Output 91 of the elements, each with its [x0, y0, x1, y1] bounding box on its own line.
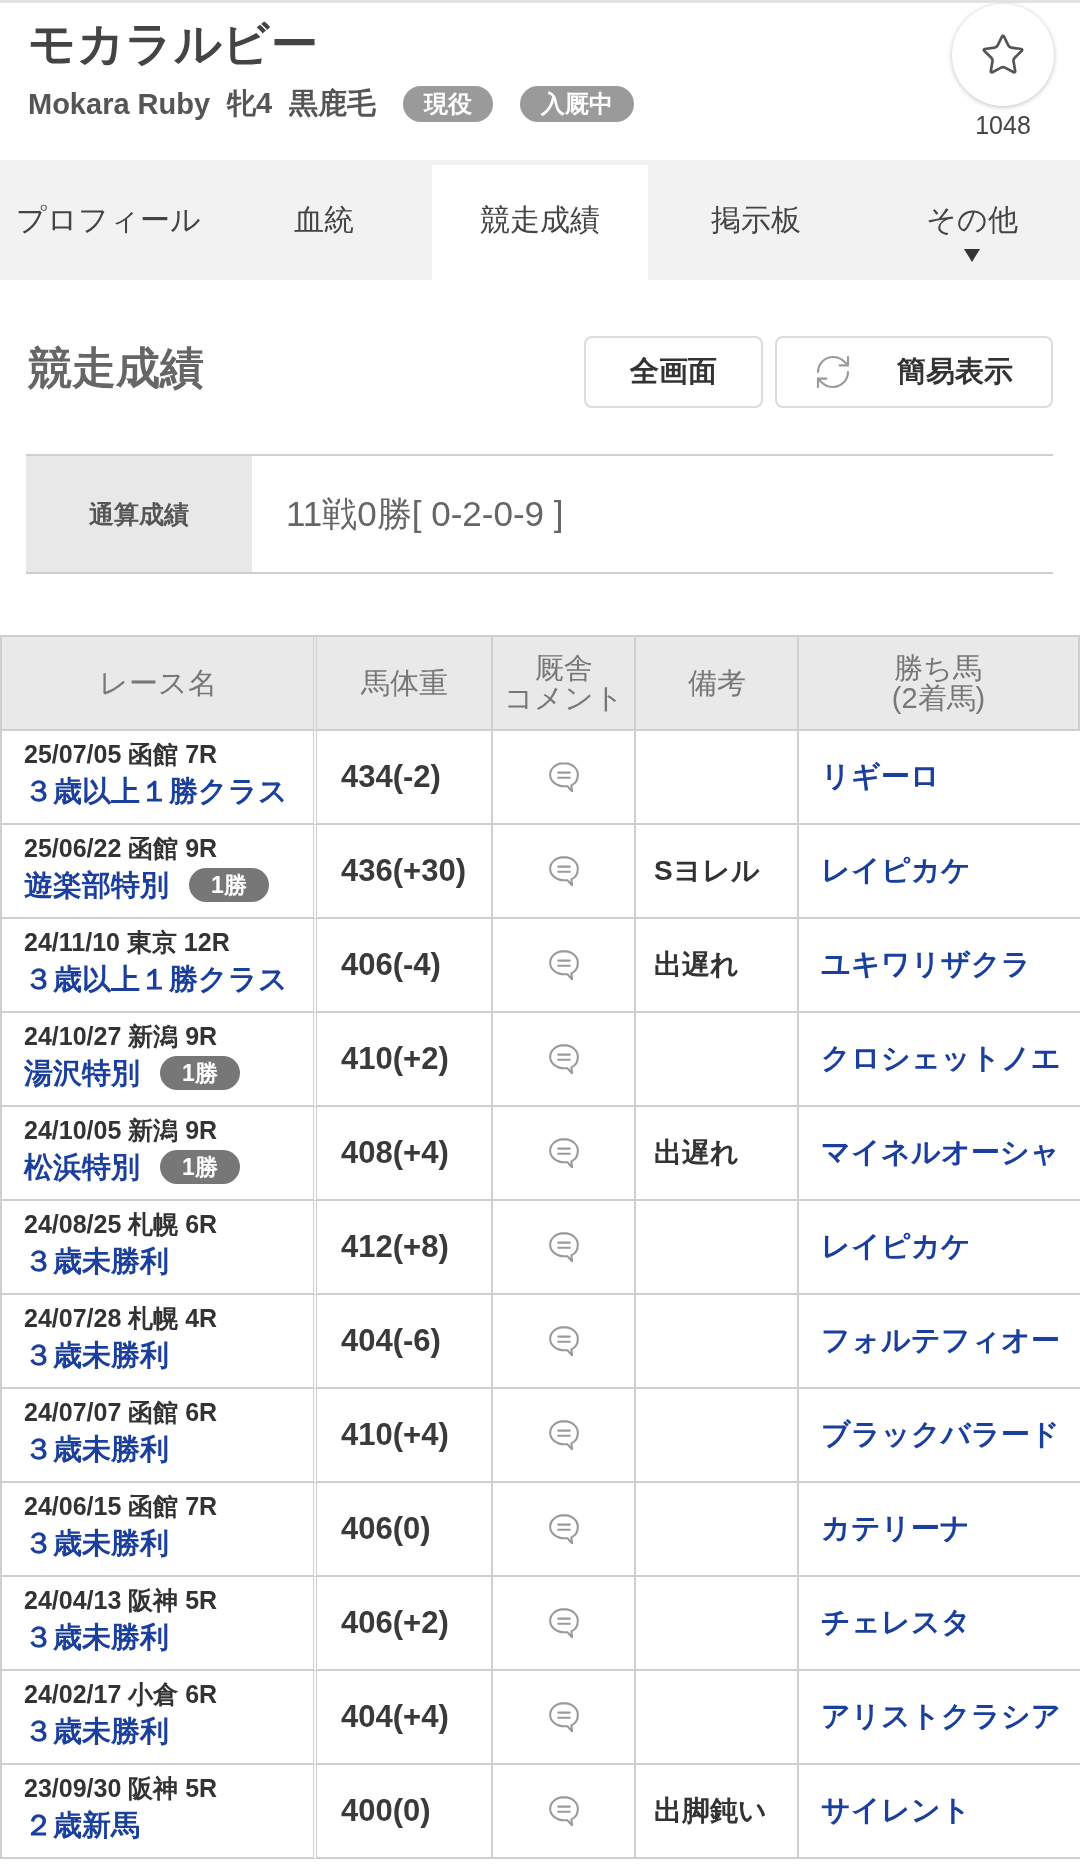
race-date: 24/04/13 阪神 5R	[24, 1585, 218, 1616]
grade-badge: 1勝	[189, 868, 269, 902]
comment-icon[interactable]	[548, 1138, 579, 1168]
race-link[interactable]: ３歳未勝利	[24, 1430, 169, 1468]
race-date: 24/06/15 函館 7R	[24, 1491, 218, 1522]
note-cell: 出遅れ	[636, 919, 799, 1013]
weight-cell: 410(+2)	[317, 1013, 493, 1107]
weight-cell: 410(+4)	[317, 1389, 493, 1483]
race-link[interactable]: ３歳未勝利	[24, 1336, 169, 1374]
weight-cell: 404(-6)	[317, 1295, 493, 1389]
grade-badge: 1勝	[160, 1056, 240, 1090]
weight-cell: 408(+4)	[317, 1107, 493, 1201]
race-link[interactable]: ３歳以上１勝クラス	[24, 960, 288, 998]
tab[interactable]: その他	[864, 165, 1080, 280]
comment-icon[interactable]	[548, 762, 579, 792]
simple-view-button[interactable]: 簡易表示	[775, 335, 1053, 408]
comment-icon[interactable]	[548, 1044, 579, 1074]
winner-link[interactable]: ユキワリザクラ	[821, 945, 1031, 985]
comment-icon[interactable]	[548, 1232, 579, 1262]
winner-link[interactable]: ブラックバラード	[821, 1415, 1060, 1455]
fullscreen-button[interactable]: 全画面	[584, 335, 763, 408]
note-cell: Sヨレル	[636, 825, 799, 919]
race-date: 25/07/05 函館 7R	[24, 739, 218, 770]
race-date: 23/09/30 阪神 5R	[24, 1773, 218, 1804]
note-cell: 出脚鈍い	[636, 1765, 799, 1859]
winner-link[interactable]: アリストクラシア	[821, 1697, 1061, 1737]
sex-age-text: 牝4	[227, 86, 273, 121]
weight-cell: 412(+8)	[317, 1201, 493, 1295]
comment-icon[interactable]	[548, 856, 579, 886]
tab[interactable]: プロフィール	[0, 165, 216, 280]
favorite-button[interactable]	[952, 4, 1054, 106]
weight-cell: 404(+4)	[317, 1671, 493, 1765]
coat-color-text: 黒鹿毛	[289, 86, 377, 121]
winner-link[interactable]: マイネルオーシャ	[821, 1133, 1060, 1173]
tab[interactable]: 競走成績	[432, 165, 648, 280]
status-badge: 入厩中	[520, 86, 635, 122]
horse-name: モカラルビー	[28, 16, 319, 72]
race-link[interactable]: ３歳以上１勝クラス	[24, 772, 288, 810]
column-header: 勝ち馬 (2着馬)	[799, 637, 1080, 731]
weight-cell: 436(+30)	[317, 825, 493, 919]
race-link[interactable]: 松浜特別	[24, 1148, 140, 1186]
summary-value: 11戦0勝[ 0-2-0-9 ]	[285, 492, 564, 535]
winner-link[interactable]: レイピカケ	[821, 1227, 971, 1267]
tab[interactable]: 掲示板	[648, 165, 864, 280]
winner-link[interactable]: クロシェットノエ	[821, 1039, 1061, 1079]
section-title: 競走成績	[28, 342, 204, 394]
tab[interactable]: 血統	[216, 165, 432, 280]
race-link[interactable]: 湯沢特別	[24, 1054, 140, 1092]
winner-link[interactable]: サイレント	[821, 1791, 971, 1831]
race-link[interactable]: 遊楽部特別	[24, 866, 169, 904]
note-cell: 出遅れ	[636, 1107, 799, 1201]
race-link[interactable]: ３歳未勝利	[24, 1242, 169, 1280]
race-date: 24/10/27 新潟 9R	[24, 1021, 218, 1052]
comment-icon[interactable]	[548, 1796, 579, 1826]
weight-cell: 406(+2)	[317, 1577, 493, 1671]
race-date: 24/08/25 札幌 6R	[24, 1209, 218, 1240]
winner-link[interactable]: リギーロ	[821, 757, 940, 797]
comment-icon[interactable]	[548, 1420, 579, 1450]
column-header: レース名	[2, 637, 317, 731]
comment-icon[interactable]	[548, 950, 579, 980]
column-header: 厩舎 コメント	[493, 637, 636, 731]
race-date: 24/02/17 小倉 6R	[24, 1679, 218, 1710]
favorite-count: 1048	[975, 110, 1031, 140]
weight-cell: 406(0)	[317, 1483, 493, 1577]
race-date: 24/11/10 東京 12R	[24, 927, 230, 958]
horse-english-name: Mokara Ruby	[28, 87, 211, 121]
weight-cell: 400(0)	[317, 1765, 493, 1859]
column-header: 備考	[636, 637, 799, 731]
comment-icon[interactable]	[548, 1702, 579, 1732]
race-link[interactable]: ３歳未勝利	[24, 1618, 169, 1656]
race-link[interactable]: ２歳新馬	[24, 1806, 140, 1844]
winner-link[interactable]: レイピカケ	[821, 851, 971, 891]
race-date: 24/07/07 函館 6R	[24, 1397, 218, 1428]
race-date: 25/06/22 函館 9R	[24, 833, 218, 864]
winner-link[interactable]: チェレスタ	[821, 1603, 971, 1643]
comment-icon[interactable]	[548, 1326, 579, 1356]
comment-icon[interactable]	[548, 1514, 579, 1544]
column-header: 馬体重	[317, 637, 493, 731]
comment-icon[interactable]	[548, 1608, 579, 1638]
weight-cell: 406(-4)	[317, 919, 493, 1013]
grade-badge: 1勝	[160, 1150, 240, 1184]
weight-cell: 434(-2)	[317, 731, 493, 825]
winner-link[interactable]: カテリーナ	[821, 1509, 970, 1549]
race-date: 24/07/28 札幌 4R	[24, 1303, 218, 1334]
winner-link[interactable]: フォルテフィオー	[821, 1321, 1060, 1361]
summary-label: 通算成績	[26, 456, 252, 572]
status-badge: 現役	[403, 86, 494, 122]
race-link[interactable]: ３歳未勝利	[24, 1524, 169, 1562]
caret-down-icon	[964, 249, 980, 262]
race-date: 24/10/05 新潟 9R	[24, 1115, 218, 1146]
race-link[interactable]: ３歳未勝利	[24, 1712, 169, 1750]
